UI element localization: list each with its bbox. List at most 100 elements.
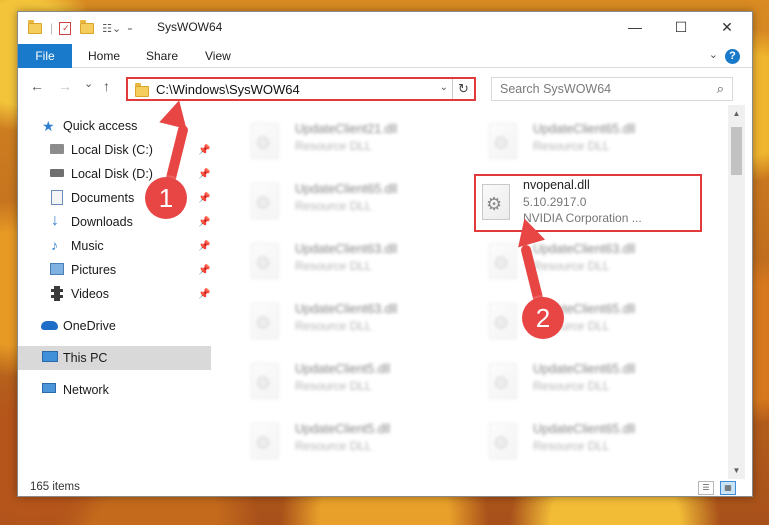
list-item[interactable]: UpdateClient5.dll Resource DLL (243, 413, 458, 467)
forward-button[interactable]: → (58, 78, 72, 94)
file-name: UpdateClient5.dll (295, 362, 391, 376)
list-item[interactable]: UpdateClient63.dll Resource DLL (243, 233, 458, 287)
sidebar-item-label: Local Disk (C:) (71, 143, 153, 157)
chevron-down-icon[interactable]: ⌄ (440, 82, 448, 93)
sidebar-item-pictures[interactable]: Pictures 📌 (18, 258, 211, 282)
scroll-down-arrow-icon[interactable]: ▼ (728, 462, 745, 479)
ribbon-tabs: File Home Share View ⌄ ? (18, 44, 752, 68)
list-item[interactable]: UpdateClient65.dll Resource DLL (481, 413, 696, 467)
refresh-button[interactable]: ↻ (452, 79, 474, 99)
drive-icon (50, 169, 64, 177)
pin-icon[interactable]: 📌 (198, 265, 210, 276)
list-item[interactable]: UpdateClient65.dll Resource DLL (481, 293, 696, 347)
tab-share[interactable]: Share (146, 44, 178, 68)
status-bar: 165 items ☰ ▦ (18, 479, 752, 496)
search-placeholder: Search SysWOW64 (500, 82, 612, 96)
address-path[interactable]: C:\Windows\SysWOW64 (156, 82, 300, 97)
sidebar-item-network[interactable]: Network (18, 378, 211, 402)
list-item[interactable]: UpdateClient65.dll Resource DLL (243, 173, 458, 227)
file-name: UpdateClient63.dll (533, 242, 636, 256)
sidebar-item-onedrive[interactable]: OneDrive (18, 314, 211, 338)
sidebar-item-label: Videos (71, 287, 109, 301)
pin-icon[interactable]: 📌 (198, 241, 210, 252)
customize-toolbar-icon[interactable]: ☷⌄ (102, 22, 121, 35)
tab-home[interactable]: Home (88, 44, 120, 68)
file-name: nvopenal.dll (523, 178, 590, 192)
file-company: NVIDIA Corporation ... (523, 211, 642, 225)
file-description: Resource DLL (295, 259, 372, 273)
dll-file-icon (251, 183, 279, 219)
file-details: 5.10.2917.0 NVIDIA Corporation ... (523, 194, 642, 226)
dll-file-icon (251, 363, 279, 399)
tab-file[interactable]: File (18, 44, 72, 68)
dll-file-icon (482, 184, 510, 220)
sidebar-item-label: This PC (63, 351, 108, 365)
sidebar-item-label: Downloads (71, 215, 133, 229)
recent-locations-button[interactable]: ⌄ (84, 77, 93, 90)
list-item[interactable]: UpdateClient63.dll Resource DLL (481, 233, 696, 287)
search-icon[interactable]: ⌕ (717, 81, 724, 97)
dll-file-icon (251, 423, 279, 459)
file-name: UpdateClient65.dll (295, 182, 398, 196)
search-box[interactable]: Search SysWOW64 ⌕ (491, 77, 733, 101)
up-button[interactable]: ↑ (103, 78, 110, 94)
sidebar-item-this-pc[interactable]: This PC (18, 346, 211, 370)
dll-file-icon (251, 243, 279, 279)
address-bar[interactable]: C:\Windows\SysWOW64 ⌄ ↻ (126, 77, 476, 101)
back-button[interactable]: ← (30, 78, 44, 94)
annotation-badge-1: 1 (145, 177, 187, 219)
sidebar-item-videos[interactable]: Videos 📌 (18, 282, 211, 306)
vertical-scrollbar[interactable]: ▲ ▼ (728, 105, 745, 479)
file-name: UpdateClient21.dll (295, 122, 398, 136)
list-item[interactable]: UpdateClient21.dll Resource DLL (243, 113, 458, 167)
pin-icon[interactable]: 📌 (198, 145, 210, 156)
new-folder-icon[interactable] (80, 19, 95, 34)
sidebar-item-label: Documents (71, 191, 135, 205)
network-icon (42, 383, 56, 393)
navigation-bar: ← → ⌄ ↑ C:\Windows\SysWOW64 ⌄ ↻ Search S… (18, 69, 752, 105)
star-icon: ★ (42, 118, 55, 134)
highlighted-file-nvopenal[interactable]: nvopenal.dll 5.10.2917.0 NVIDIA Corporat… (474, 174, 702, 232)
documents-icon (51, 190, 63, 205)
cloud-icon (41, 321, 58, 330)
toolbar-dropdown-icon[interactable]: ₌ (127, 23, 132, 34)
minimize-button[interactable]: — (612, 12, 658, 42)
list-item[interactable]: UpdateClient63.dll Resource DLL (243, 293, 458, 347)
sidebar-item-music[interactable]: ♪ Music 📌 (18, 234, 211, 258)
file-name: UpdateClient65.dll (533, 422, 636, 436)
download-arrow-icon: ↓ (51, 212, 59, 229)
pin-icon[interactable]: 📌 (198, 289, 210, 300)
music-note-icon: ♪ (51, 237, 58, 253)
sidebar-item-local-disk-d[interactable]: Local Disk (D:) 📌 (18, 162, 211, 186)
file-description: Resource DLL (295, 199, 372, 213)
file-name: UpdateClient63.dll (295, 242, 398, 256)
expand-ribbon-icon[interactable]: ⌄ (709, 48, 718, 61)
pin-icon[interactable]: 📌 (198, 193, 210, 204)
file-description: Resource DLL (533, 439, 610, 453)
properties-icon[interactable]: ✓ (59, 21, 72, 35)
title-bar: | ✓ ☷⌄ ₌ SysWOW64 — ☐ ✕ (18, 12, 752, 44)
sidebar-item-label: Local Disk (D:) (71, 167, 153, 181)
pictures-icon (50, 263, 64, 275)
tab-view[interactable]: View (205, 44, 231, 68)
sidebar-item-label: Quick access (63, 119, 138, 133)
details-view-icon[interactable]: ☰ (698, 481, 714, 495)
help-icon[interactable]: ? (725, 49, 740, 64)
file-name: UpdateClient65.dll (533, 362, 636, 376)
close-button[interactable]: ✕ (704, 12, 750, 42)
scroll-up-arrow-icon[interactable]: ▲ (728, 105, 745, 122)
dll-file-icon (489, 423, 517, 459)
maximize-button[interactable]: ☐ (658, 12, 704, 42)
dll-file-icon (489, 303, 517, 339)
pin-icon[interactable]: 📌 (198, 217, 210, 228)
navigation-pane: ★ Quick access Local Disk (C:) 📌 Local D… (18, 112, 211, 472)
large-icons-view-icon[interactable]: ▦ (720, 481, 736, 495)
file-explorer-window: | ✓ ☷⌄ ₌ SysWOW64 — ☐ ✕ File Home Share … (17, 11, 753, 497)
annotation-badge-2: 2 (522, 297, 564, 339)
scroll-thumb[interactable] (731, 127, 742, 175)
list-item[interactable]: UpdateClient65.dll Resource DLL (481, 113, 696, 167)
sidebar-item-downloads[interactable]: ↓ Downloads 📌 (18, 210, 211, 234)
pin-icon[interactable]: 📌 (198, 169, 210, 180)
list-item[interactable]: UpdateClient65.dll Resource DLL (481, 353, 696, 407)
list-item[interactable]: UpdateClient5.dll Resource DLL (243, 353, 458, 407)
